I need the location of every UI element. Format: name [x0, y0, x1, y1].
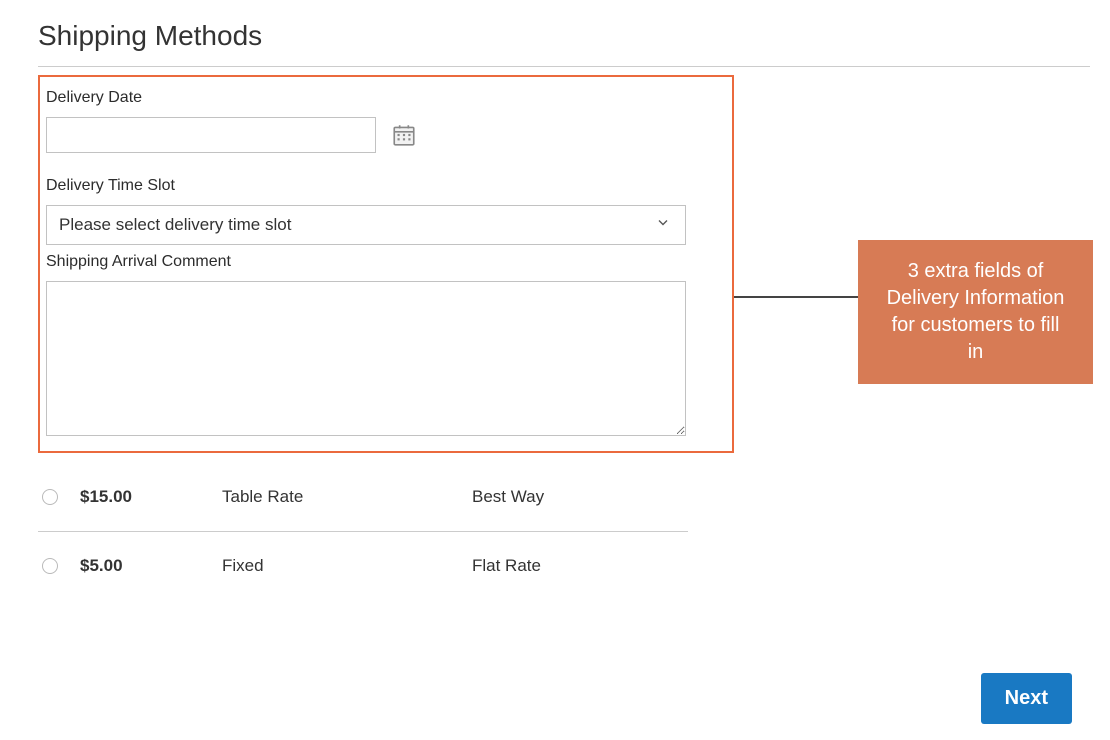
- shipping-method-radio[interactable]: [42, 558, 58, 574]
- calendar-icon[interactable]: [390, 121, 418, 149]
- comment-label: Shipping Arrival Comment: [46, 253, 726, 271]
- left-column: Delivery Date: [38, 75, 734, 592]
- time-slot-select[interactable]: Please select delivery time slot: [46, 205, 686, 245]
- shipping-method-carrier: Flat Rate: [472, 556, 541, 576]
- time-slot-selected-value: Please select delivery time slot: [59, 215, 291, 235]
- shipping-comment-textarea[interactable]: [46, 281, 686, 436]
- shipping-method-price: $5.00: [80, 556, 222, 576]
- title-divider: [38, 66, 1090, 67]
- chevron-down-icon: [655, 215, 671, 236]
- delivery-date-input[interactable]: [46, 117, 376, 153]
- callout-connector-line: [734, 296, 858, 298]
- next-button[interactable]: Next: [981, 673, 1072, 724]
- delivery-date-row: [46, 117, 726, 153]
- shipping-methods-list: $15.00 Table Rate Best Way $5.00 Fixed F…: [38, 471, 688, 592]
- shipping-method-row[interactable]: $5.00 Fixed Flat Rate: [38, 540, 688, 592]
- main-content: Delivery Date: [38, 75, 1090, 592]
- shipping-method-rate: Fixed: [222, 556, 472, 576]
- page-title: Shipping Methods: [38, 20, 1090, 52]
- time-slot-label: Delivery Time Slot: [46, 177, 726, 195]
- shipping-method-carrier: Best Way: [472, 487, 544, 507]
- time-slot-select-wrap: Please select delivery time slot: [46, 205, 726, 245]
- method-divider: [38, 531, 688, 532]
- shipping-method-row[interactable]: $15.00 Table Rate Best Way: [38, 471, 688, 523]
- delivery-info-highlight-box: Delivery Date: [38, 75, 734, 453]
- annotation-callout: 3 extra fields of Delivery Information f…: [858, 240, 1093, 384]
- shipping-method-radio[interactable]: [42, 489, 58, 505]
- shipping-method-rate: Table Rate: [222, 487, 472, 507]
- shipping-method-price: $15.00: [80, 487, 222, 507]
- delivery-date-label: Delivery Date: [46, 89, 726, 107]
